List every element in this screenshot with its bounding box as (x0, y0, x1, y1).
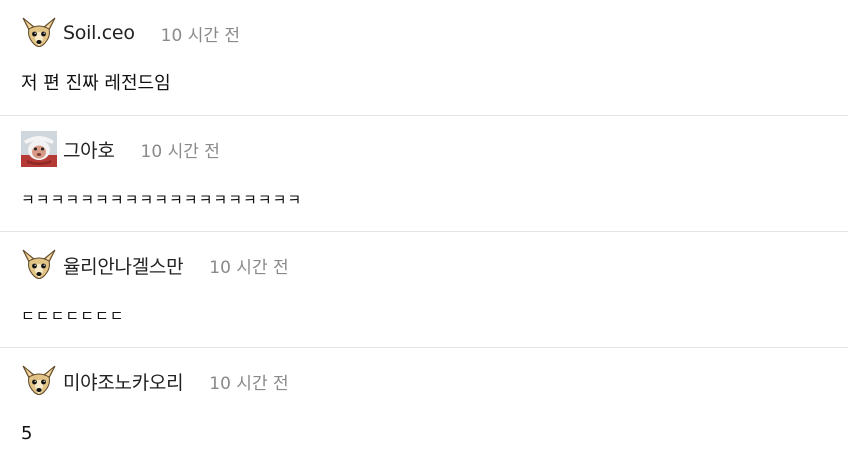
comment-header: 미야조노카오리 10 시간 전 (21, 363, 289, 399)
comment-author[interactable]: 율리안나겔스만 (63, 252, 184, 279)
comment-header: 율리안나겔스만 10 시간 전 (21, 247, 289, 283)
comment-author[interactable]: 미야조노카오리 (63, 368, 184, 395)
comment-timestamp: 10 시간 전 (140, 141, 220, 162)
comment-author[interactable]: 그아호 (63, 136, 115, 163)
comment-header: Soil.ceo 10 시간 전 (21, 15, 240, 51)
comment-list: Soil.ceo 10 시간 전 저 편 진짜 레전드임 그아호 10 시간 전… (0, 0, 848, 461)
chihuahua-icon[interactable] (21, 363, 57, 399)
comment-timestamp: 10 시간 전 (209, 257, 289, 278)
comment-text: ㄷㄷㄷㄷㄷㄷㄷ (21, 307, 125, 325)
comment-author[interactable]: Soil.ceo (63, 22, 135, 44)
comment-item: 그아호 10 시간 전 ㅋㅋㅋㅋㅋㅋㅋㅋㅋㅋㅋㅋㅋㅋㅋㅋㅋㅋㅋ (0, 116, 848, 232)
comment-header: 그아호 10 시간 전 (21, 131, 220, 167)
comment-item: Soil.ceo 10 시간 전 저 편 진짜 레전드임 (0, 0, 848, 116)
comment-text: 저 편 진짜 레전드임 (21, 73, 171, 94)
comment-timestamp: 10 시간 전 (209, 373, 289, 394)
comment-text: ㅋㅋㅋㅋㅋㅋㅋㅋㅋㅋㅋㅋㅋㅋㅋㅋㅋㅋㅋ (21, 191, 303, 209)
comment-timestamp: 10 시간 전 (160, 25, 241, 46)
monkey-santa-icon[interactable] (21, 131, 57, 167)
comment-item: 율리안나겔스만 10 시간 전 ㄷㄷㄷㄷㄷㄷㄷ (0, 232, 848, 348)
chihuahua-icon[interactable] (21, 15, 57, 51)
chihuahua-icon[interactable] (21, 247, 57, 283)
comment-item: 미야조노카오리 10 시간 전 5 (0, 348, 848, 461)
comment-text: 5 (21, 423, 33, 444)
